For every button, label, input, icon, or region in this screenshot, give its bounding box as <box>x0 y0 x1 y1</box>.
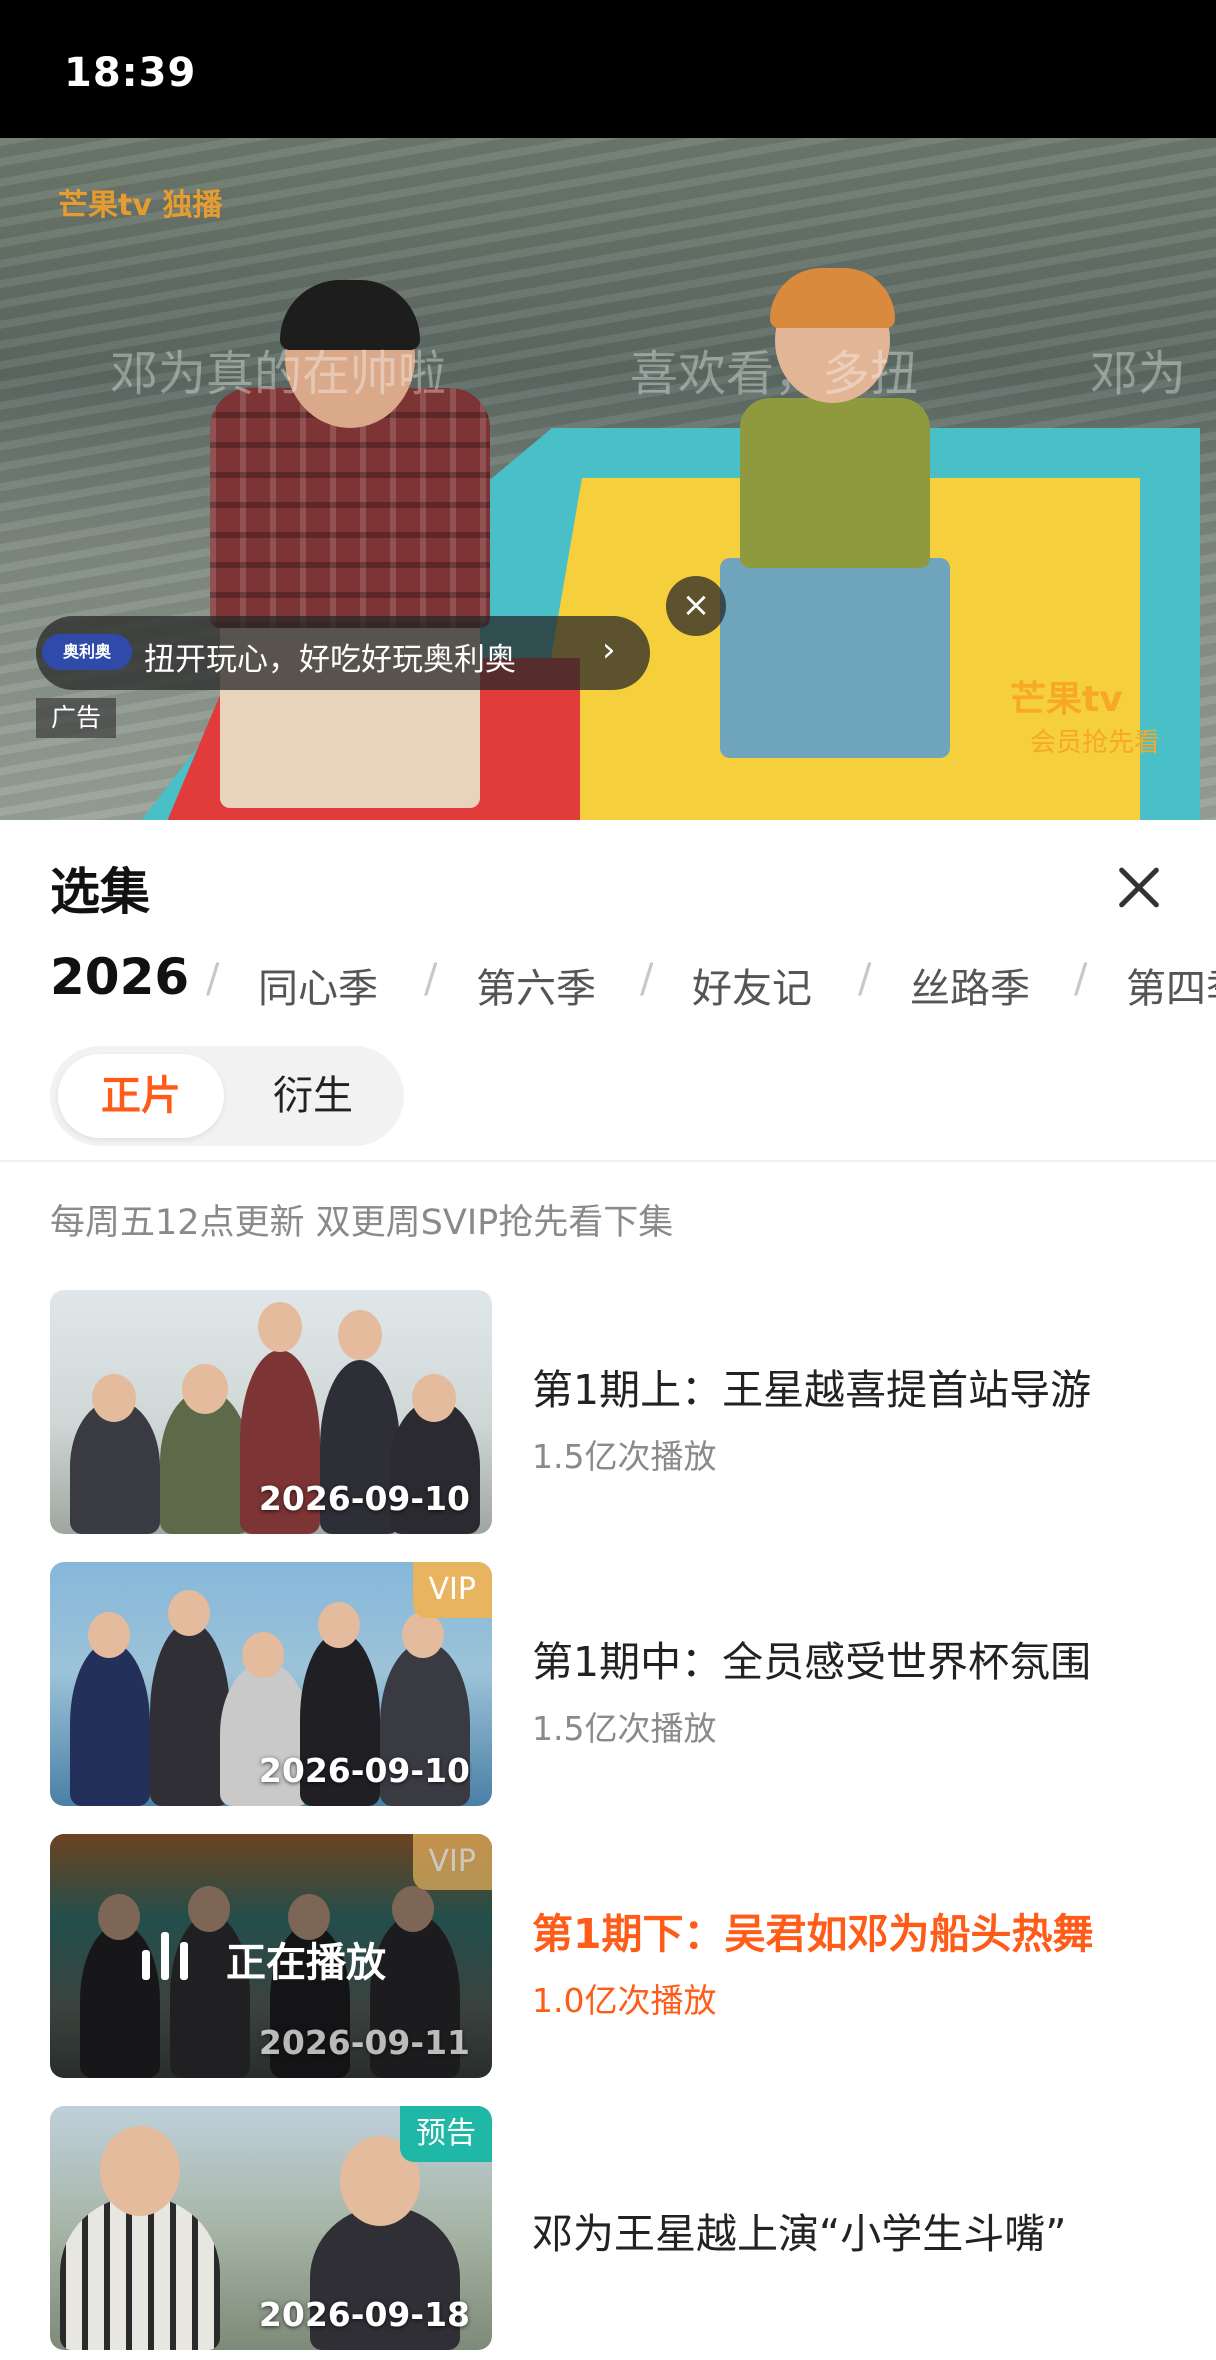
episode-thumbnail: VIP 2026-09-10 <box>50 1562 492 1806</box>
now-playing-icon <box>142 1932 188 1980</box>
episode-thumbnail: 预告 2026-09-18 <box>50 2106 492 2350</box>
ad-label: 广告 <box>36 698 116 738</box>
episode-date: 2026-09-11 <box>258 2023 470 2062</box>
episode-play-count: 1.5亿次播放 <box>532 1437 717 1476</box>
episode-title: 第1期下：吴君如邓为船头热舞 <box>532 1910 1094 1958</box>
tab-tongxin[interactable]: 同心季 <box>258 956 378 1014</box>
tab-haoyouji[interactable]: 好友记 <box>692 956 812 1014</box>
preview-badge: 预告 <box>400 2106 492 2162</box>
danmaku-comment: 邓为 <box>1090 346 1187 402</box>
chevron-right-icon: › <box>602 630 616 670</box>
spinoff-button[interactable]: 衍生 <box>230 1054 396 1138</box>
episode-thumbnail: 正在播放 VIP 2026-09-11 <box>50 1834 492 2078</box>
episode-play-count: 1.5亿次播放 <box>532 1709 717 1748</box>
season-tabs: 2026 / 同心季 / 第六季 / 好友记 / 丝路季 / 第四季 <box>0 944 1216 1024</box>
tab-separator: / <box>1074 956 1088 1002</box>
episode-item-playing[interactable]: 正在播放 VIP 2026-09-11 第1期下：吴君如邓为船头热舞 1.0亿次… <box>50 1834 1200 2078</box>
ad-brand-logo: 奥利奥 <box>42 634 132 670</box>
tab-2026[interactable]: 2026 <box>50 948 189 1006</box>
ad-banner[interactable]: 奥利奥 扭开玩心，好吃好玩奥利奥 › <box>36 616 650 690</box>
content-type-toggle: 正片 衍生 <box>50 1046 404 1146</box>
tab-silu[interactable]: 丝路季 <box>910 956 1030 1014</box>
episode-play-count: 1.0亿次播放 <box>532 1981 717 2020</box>
danmaku-comment: 邓为真的在帅啦 <box>110 346 447 402</box>
episode-title: 第1期中：全员感受世界杯氛围 <box>532 1638 1092 1686</box>
tab-season6[interactable]: 第六季 <box>476 956 596 1014</box>
episode-item[interactable]: 2026-09-10 第1期上：王星越喜提首站导游 1.5亿次播放 <box>50 1290 1200 1534</box>
tab-season4[interactable]: 第四季 <box>1126 956 1216 1014</box>
close-icon[interactable] <box>1106 856 1170 920</box>
tab-separator: / <box>206 956 220 1002</box>
episode-panel-header: 选集 <box>0 820 1216 930</box>
status-time: 18:39 <box>64 50 197 96</box>
channel-logo: 芒果tv 独播 <box>58 188 223 223</box>
episode-date: 2026-09-18 <box>258 2295 470 2334</box>
ad-close-button[interactable]: × <box>666 576 726 636</box>
episode-date: 2026-09-10 <box>258 1751 470 1790</box>
video-player[interactable]: 邓为真的在帅啦 喜欢看，多扭 邓为 芒果tv 独播 芒果tv 会员抢先看 × 奥… <box>0 138 1216 820</box>
dancer-right <box>680 258 1000 758</box>
divider <box>0 1160 1216 1162</box>
episode-title: 邓为王星越上演“小学生斗嘴” <box>532 2210 1067 2258</box>
tab-separator: / <box>858 956 872 1002</box>
vip-badge: VIP <box>412 1834 492 1890</box>
brand-subtitle: 会员抢先看 <box>1030 728 1161 758</box>
episode-title: 第1期上：王星越喜提首站导游 <box>532 1366 1092 1414</box>
main-episodes-button[interactable]: 正片 <box>58 1054 224 1138</box>
panel-title: 选集 <box>50 863 150 921</box>
danmaku-comment: 喜欢看，多扭 <box>630 346 919 402</box>
episode-thumbnail: 2026-09-10 <box>50 1290 492 1534</box>
update-schedule-note: 每周五12点更新 双更周SVIP抢先看下集 <box>50 1203 674 1243</box>
ad-text: 扭开玩心，好吃好玩奥利奥 <box>144 642 516 678</box>
episode-item[interactable]: VIP 2026-09-10 第1期中：全员感受世界杯氛围 1.5亿次播放 <box>50 1562 1200 1806</box>
now-playing-label: 正在播放 <box>226 1940 386 1986</box>
episode-date: 2026-09-10 <box>258 1479 470 1518</box>
episode-item[interactable]: 预告 2026-09-18 邓为王星越上演“小学生斗嘴” <box>50 2106 1200 2350</box>
tab-separator: / <box>424 956 438 1002</box>
vip-badge: VIP <box>412 1562 492 1618</box>
tab-separator: / <box>640 956 654 1002</box>
status-bar: 18:39 <box>0 0 1216 138</box>
brand-watermark: 芒果tv <box>1010 679 1123 720</box>
